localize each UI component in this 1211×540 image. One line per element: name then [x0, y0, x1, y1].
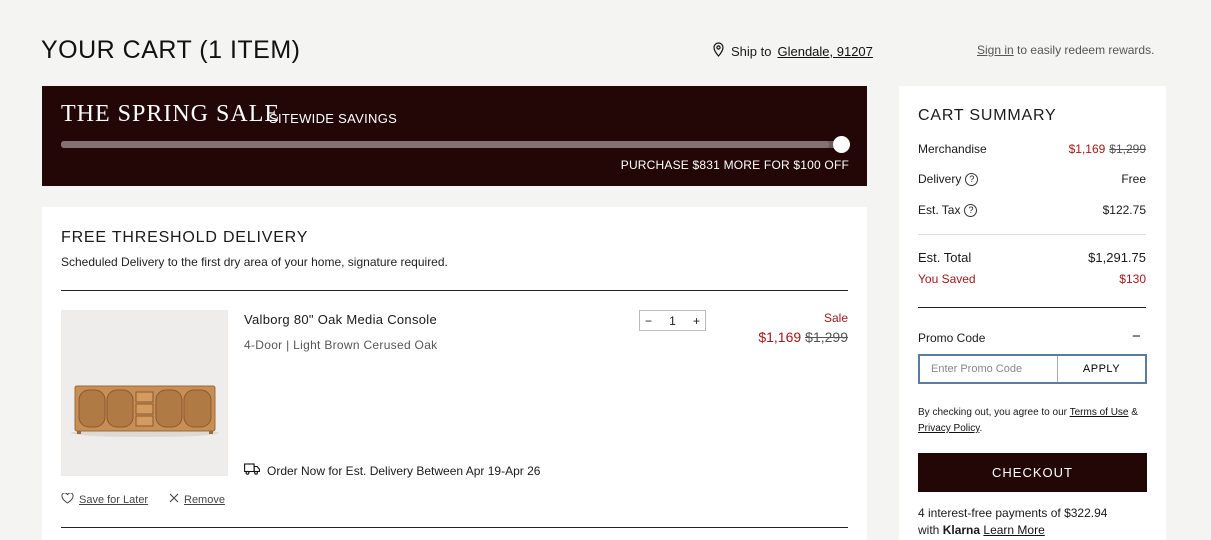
remove-button[interactable]: Remove	[169, 493, 225, 506]
ship-location-link[interactable]: Glendale, 91207	[777, 44, 872, 59]
merchandise-row: Merchandise $1,169 $1,299	[918, 142, 1146, 156]
klarna-learn-more-link[interactable]: Learn More	[983, 523, 1044, 537]
divider	[918, 234, 1146, 235]
divider	[61, 290, 848, 291]
terms-of-use-link[interactable]: Terms of Use	[1070, 407, 1129, 418]
signin-prompt: Sign in to easily redeem rewards.	[977, 43, 1154, 57]
divider	[61, 527, 848, 528]
summary-title: CART SUMMARY	[918, 107, 1057, 124]
apply-button[interactable]: APPLY	[1057, 356, 1145, 382]
delivery-label: Delivery	[918, 172, 962, 186]
quantity-decrease-button[interactable]: −	[645, 314, 652, 328]
price-now: $1,169	[758, 329, 802, 345]
ship-to-label: Ship to	[731, 43, 772, 59]
privacy-policy-link[interactable]: Privacy Policy	[918, 423, 980, 434]
sale-progress-knob	[833, 136, 850, 153]
location-pin-icon	[712, 42, 725, 60]
total-row: Est. Total $1,291.75	[918, 250, 1146, 265]
terms-and: &	[1131, 407, 1138, 418]
save-for-later-button[interactable]: Save for Later	[61, 492, 148, 507]
sale-progress-message: PURCHASE $831 MORE FOR $100 OFF	[620, 158, 849, 172]
item-price: $1,169 $1,299	[758, 329, 848, 345]
minus-icon[interactable]: −	[1132, 328, 1141, 345]
saved-label: You Saved	[918, 272, 976, 286]
price-was: $1,299	[805, 329, 848, 345]
close-icon	[169, 493, 179, 506]
tax-label: Est. Tax	[918, 203, 961, 217]
signin-text: to easily redeem rewards.	[1017, 43, 1155, 57]
promo-code-form: APPLY	[918, 354, 1147, 384]
sale-progress-fill	[61, 141, 830, 148]
delivery-value: Free	[1121, 172, 1146, 186]
tax-value: $122.75	[1102, 203, 1146, 217]
delivery-label-group: Delivery ?	[918, 172, 979, 186]
tax-label-group: Est. Tax ?	[918, 203, 978, 217]
total-label: Est. Total	[918, 250, 972, 265]
promo-code-input[interactable]	[920, 356, 1057, 382]
checkout-button[interactable]: CHECKOUT	[918, 453, 1147, 492]
product-name[interactable]: Valborg 80" Oak Media Console	[244, 312, 437, 327]
delivery-group: FREE THRESHOLD DELIVERY Scheduled Delive…	[42, 207, 867, 540]
help-icon[interactable]: ?	[965, 172, 979, 186]
spring-sale-banner: THE SPRING SALE SITEWIDE SAVINGS PURCHAS…	[42, 86, 867, 186]
klarna-logo: Klarna	[942, 523, 981, 537]
delivery-row: Delivery ? Free	[918, 172, 1146, 186]
save-for-later-link[interactable]: Save for Later	[79, 494, 148, 506]
product-image[interactable]	[61, 310, 228, 476]
product-variant: 4-Door | Light Brown Cerused Oak	[244, 338, 438, 352]
quantity-increase-button[interactable]: +	[693, 314, 700, 328]
ship-to: Ship to Glendale, 91207	[712, 42, 873, 60]
signin-link[interactable]: Sign in	[977, 43, 1014, 57]
terms-notice: By checking out, you agree to our Terms …	[918, 405, 1148, 437]
divider	[918, 307, 1146, 308]
estimated-delivery-text: Order Now for Est. Delivery Between Apr …	[267, 463, 541, 478]
delivery-truck-icon	[244, 463, 260, 478]
help-icon[interactable]: ?	[964, 203, 978, 217]
quantity-value[interactable]: 1	[669, 314, 676, 328]
quantity-stepper: − 1 +	[639, 310, 706, 331]
total-value: $1,291.75	[1088, 250, 1146, 265]
estimated-delivery: Order Now for Est. Delivery Between Apr …	[244, 463, 540, 478]
sale-label: Sale	[823, 311, 848, 325]
heart-icon	[61, 492, 74, 507]
promo-code-label[interactable]: Promo Code	[918, 331, 985, 345]
merchandise-label: Merchandise	[918, 142, 987, 156]
delivery-description: Scheduled Delivery to the first dry area…	[61, 255, 448, 269]
sale-subtitle: SITEWIDE SAVINGS	[269, 111, 398, 126]
saved-value: $130	[1119, 272, 1146, 286]
page-title: YOUR CART (1 ITEM)	[41, 36, 301, 64]
cart-summary: CART SUMMARY Merchandise $1,169 $1,299 De…	[899, 86, 1166, 540]
klarna-text: 4 interest-free payments of $322.94	[918, 506, 1108, 520]
terms-suffix: .	[979, 423, 983, 434]
remove-link[interactable]: Remove	[184, 494, 225, 506]
klarna-with: with	[918, 523, 940, 537]
tax-row: Est. Tax ? $122.75	[918, 203, 1146, 217]
sale-title: THE SPRING SALE	[61, 101, 281, 127]
merchandise-was: $1,299	[1109, 142, 1146, 156]
terms-prefix: By checking out, you agree to our	[918, 407, 1067, 418]
merchandise-now: $1,169	[1068, 142, 1106, 156]
merchandise-price: $1,169 $1,299	[1069, 142, 1146, 156]
delivery-title: FREE THRESHOLD DELIVERY	[61, 229, 309, 246]
sale-progress-track	[61, 141, 841, 148]
klarna-promo: 4 interest-free payments of $322.94 with…	[918, 505, 1158, 539]
saved-row: You Saved $130	[918, 272, 1146, 286]
